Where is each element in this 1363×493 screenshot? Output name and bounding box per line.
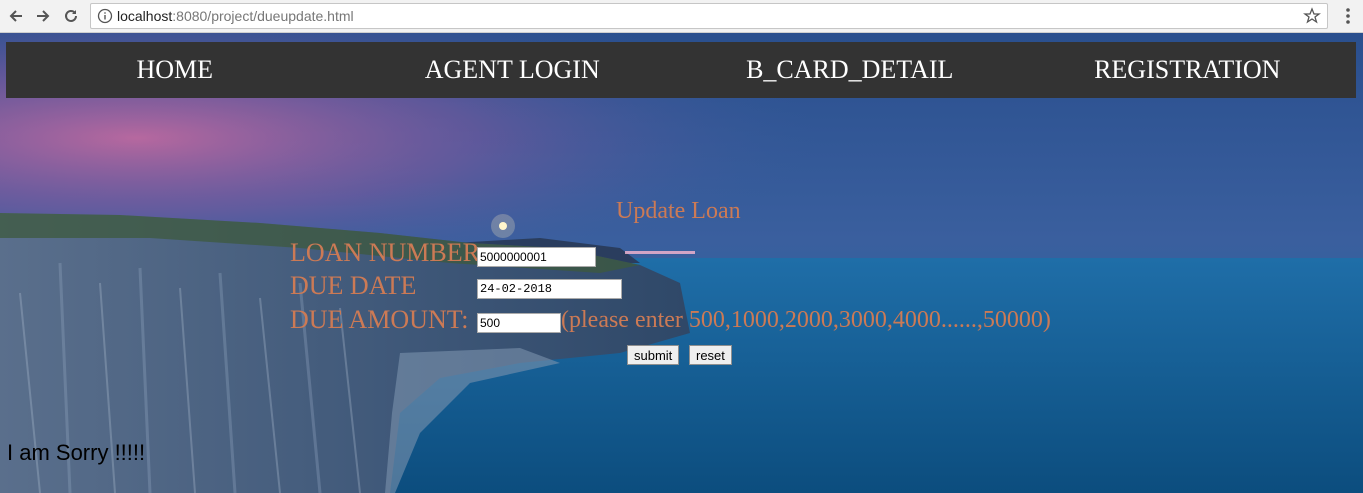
nav-registration-link[interactable]: REGISTRATION <box>1019 42 1357 98</box>
menu-dots-icon[interactable] <box>1340 6 1356 26</box>
due-date-label: DUE DATE <box>290 271 417 300</box>
loan-number-label: LOAN NUMBER <box>290 238 480 267</box>
due-amount-input[interactable] <box>477 313 561 333</box>
due-date-input[interactable] <box>477 279 622 299</box>
due-amount-label: DUE AMOUNT: <box>290 305 469 334</box>
back-icon[interactable] <box>5 5 27 27</box>
nav-home-link[interactable]: HOME <box>6 42 344 98</box>
url-text: localhost:8080/project/dueupdate.html <box>117 8 354 24</box>
nav-agent-login-link[interactable]: AGENT LOGIN <box>344 42 682 98</box>
background-image <box>0 33 1363 493</box>
sorry-message: I am Sorry !!!!! <box>7 440 146 465</box>
bookmark-star-icon[interactable] <box>1303 7 1321 25</box>
amount-hint: (please enter 500,1000,2000,3000,4000...… <box>561 307 1051 333</box>
main-navbar: HOME AGENT LOGIN B_CARD_DETAIL REGISTRAT… <box>6 42 1356 98</box>
form-title: Update Loan <box>616 198 741 224</box>
reload-icon[interactable] <box>60 5 82 27</box>
nav-b-card-detail-link[interactable]: B_CARD_DETAIL <box>681 42 1019 98</box>
submit-button[interactable]: submit <box>627 345 680 365</box>
reset-button[interactable]: reset <box>689 345 732 365</box>
forward-icon[interactable] <box>32 5 54 27</box>
loan-number-input[interactable] <box>477 247 596 267</box>
address-bar[interactable]: localhost:8080/project/dueupdate.html <box>90 3 1328 29</box>
info-icon[interactable] <box>97 8 113 24</box>
browser-toolbar: localhost:8080/project/dueupdate.html <box>0 0 1363 33</box>
